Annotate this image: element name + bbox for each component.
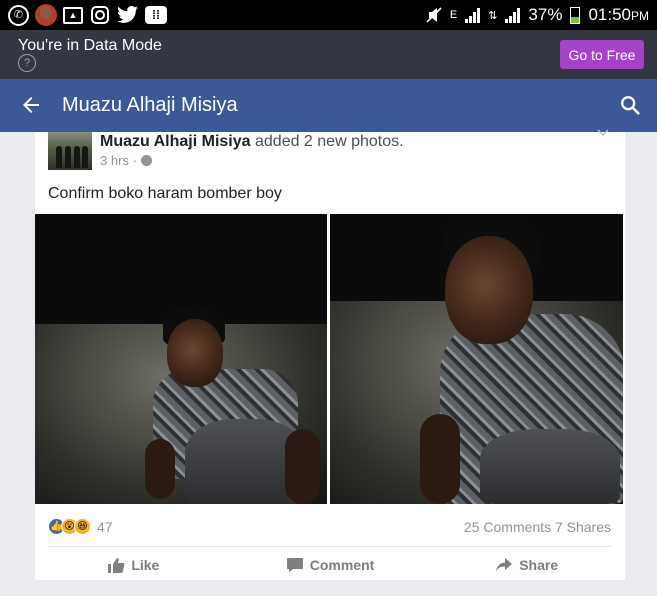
- post-action-text: added 2 new photos.: [250, 133, 404, 150]
- reaction-count: 47: [97, 518, 113, 535]
- photo-arm: [285, 429, 320, 504]
- photo-legs: [480, 429, 620, 504]
- like-label: Like: [131, 557, 160, 573]
- bbm-icon: ⁞⁞: [145, 6, 167, 24]
- share-button[interactable]: Share: [428, 550, 625, 580]
- notification-icons: ✆ ▲ ⁞⁞: [8, 4, 167, 26]
- twitter-icon: [117, 4, 139, 26]
- post-photo-1[interactable]: [35, 214, 327, 504]
- gallery-icon: ▲: [63, 6, 83, 24]
- go-to-free-button[interactable]: Go to Free: [560, 40, 644, 69]
- battery-percent: 37%: [528, 5, 563, 24]
- like-button[interactable]: Like: [35, 550, 232, 580]
- post-meta: 3 hrs ·: [100, 153, 153, 168]
- meta-dot: ·: [132, 153, 138, 168]
- like-icon: [108, 558, 125, 573]
- post-card: Muazu Alhaji Misiya added 2 new photos. …: [35, 129, 625, 580]
- haha-reaction-icon: 😆: [74, 518, 91, 535]
- top-nav-bar: Muazu Alhaji Misiya: [0, 79, 657, 132]
- photo-arm: [145, 439, 175, 499]
- author-avatar[interactable]: [48, 132, 92, 170]
- signal-icon-2: [505, 7, 521, 23]
- clock-time: 01:50: [588, 5, 631, 24]
- comments-shares-count[interactable]: 25 Comments 7 Shares: [464, 519, 611, 535]
- post-time[interactable]: 3 hrs: [100, 153, 129, 168]
- comment-icon: [286, 558, 303, 572]
- signal-icon: [465, 7, 481, 23]
- search-icon[interactable]: [619, 94, 641, 116]
- data-mode-banner: You're in Data Mode ? Go to Free: [0, 30, 657, 79]
- back-arrow-icon[interactable]: [19, 93, 43, 117]
- status-bar: ✆ ▲ ⁞⁞ E ⇅ 37% 01:50PM: [0, 0, 657, 30]
- post-actions: Like Comment Share: [35, 550, 625, 580]
- clock: 01:50PM: [588, 5, 649, 25]
- network-type: E: [449, 9, 458, 21]
- share-label: Share: [519, 557, 559, 573]
- data-arrows-icon: ⇅: [488, 9, 498, 22]
- clock-ampm: PM: [631, 9, 649, 23]
- post-text: Confirm boko haram bomber boy: [48, 185, 282, 202]
- chevron-down-icon[interactable]: [597, 129, 609, 137]
- whatsapp-icon: ✆: [8, 4, 29, 26]
- avatar-icon: [35, 4, 57, 26]
- reactions-summary[interactable]: 👍 😮 😆 47: [48, 518, 113, 535]
- divider: [48, 546, 612, 547]
- post-header: Muazu Alhaji Misiya added 2 new photos.: [100, 133, 404, 151]
- instagram-icon: [89, 4, 111, 26]
- comment-button[interactable]: Comment: [232, 550, 429, 580]
- photo-face: [445, 236, 533, 344]
- data-mode-text: You're in Data Mode: [18, 37, 162, 54]
- mute-icon: [426, 7, 442, 23]
- author-name[interactable]: Muazu Alhaji Misiya: [100, 133, 251, 150]
- share-icon: [496, 558, 513, 572]
- system-status: E ⇅ 37% 01:50PM: [426, 5, 649, 25]
- globe-icon: [141, 155, 153, 166]
- page-title: Muazu Alhaji Misiya: [62, 94, 238, 116]
- post-photo-2[interactable]: [330, 214, 623, 504]
- battery-icon: [570, 6, 581, 24]
- photo-face: [167, 319, 223, 387]
- comment-label: Comment: [309, 557, 375, 573]
- help-icon[interactable]: ?: [18, 54, 36, 72]
- photo-arm: [420, 414, 460, 504]
